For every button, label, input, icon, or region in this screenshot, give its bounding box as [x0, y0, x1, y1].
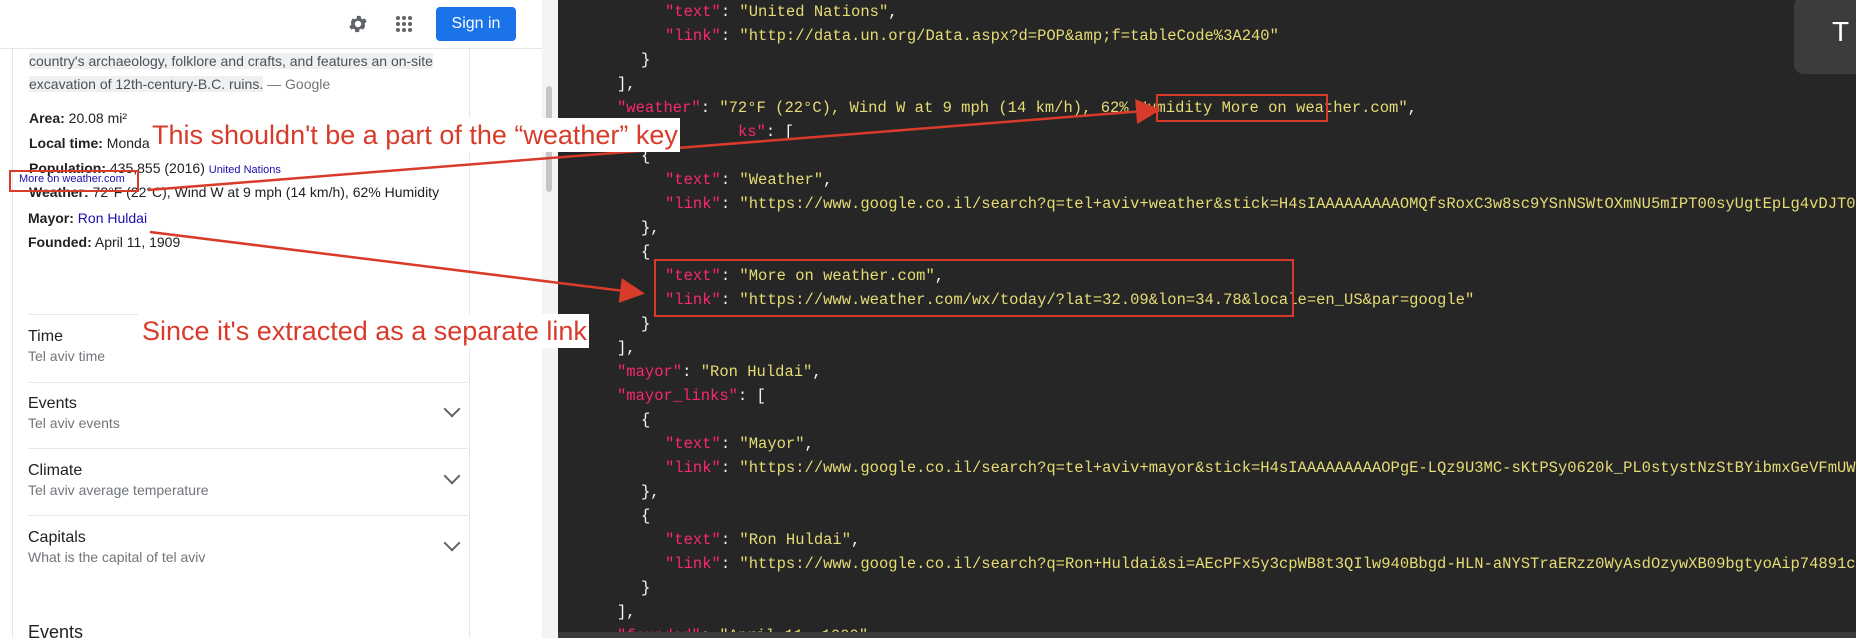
section-capitals[interactable]: Capitals What is the capital of tel aviv [28, 529, 468, 565]
code-line: } [641, 51, 651, 69]
horizontal-scrollbar[interactable] [558, 632, 1856, 638]
section-subtitle: Tel aviv time [28, 348, 106, 364]
population-source-link[interactable]: United Nations [209, 164, 281, 176]
section-climate[interactable]: Climate Tel aviv average temperature [28, 462, 468, 498]
code-line: { [641, 411, 651, 429]
section-title: Capitals [28, 529, 86, 546]
code-line: { [641, 507, 651, 525]
fact-label: Area: [29, 110, 65, 126]
sign-in-button[interactable]: Sign in [436, 7, 516, 41]
code-line: { [641, 243, 651, 261]
code-line: "mayor": "Ron Huldai", [617, 363, 822, 381]
fact-value: 20.08 mi² [64, 110, 128, 126]
weather-com-link[interactable]: More on weather.com [19, 173, 125, 185]
section-subtitle: What is the capital of tel aviv [28, 549, 206, 565]
description: country's archaeology, folklore and craf… [29, 50, 449, 96]
highlight-box-weather-link-json [654, 259, 1294, 317]
gear-icon[interactable] [344, 10, 372, 38]
section-title: Events [28, 622, 84, 638]
divider [28, 515, 468, 516]
code-line: "link": "https://www.google.co.il/search… [665, 555, 1856, 573]
fact-value: 72°F (22°C), Wind W at 9 mph (14 km/h), … [88, 184, 440, 200]
section-events-heading: Events [28, 622, 468, 638]
desc-line-1: country's archaeology, folklore and craf… [29, 53, 433, 69]
fact-label: Mayor: [28, 210, 74, 226]
annotation-top: This shouldn't be a part of the “weather… [150, 118, 680, 152]
code-line: ], [617, 603, 636, 621]
code-line: "link": "https://www.google.co.il/search… [665, 459, 1856, 477]
code-line: "text": "Weather", [665, 171, 833, 189]
code-line: }, [641, 483, 660, 501]
code-line: "mayor_links": [ [617, 387, 766, 405]
divider [28, 448, 468, 449]
desc-line-2: excavation of 12th-century-B.C. ruins. [29, 76, 264, 92]
fact-local-time: Local time: Monday [29, 135, 157, 151]
fact-value: April 11, 1909 [91, 234, 181, 250]
code-line: ], [617, 339, 636, 357]
code-line: ks": [ [738, 123, 794, 141]
code-line: }, [641, 219, 660, 237]
fact-mayor: Mayor: Ron Huldai [28, 210, 147, 226]
code-line: ], [617, 75, 636, 93]
fact-value: Monday [102, 135, 157, 151]
code-line: "link": "http://data.un.org/Data.aspx?d=… [665, 27, 1279, 45]
annotation-bottom: Since it's extracted as a separate link [140, 314, 589, 348]
code-line: "text": "United Nations", [665, 3, 898, 21]
json-code-panel: "text": "United Nations", "link": "http:… [558, 0, 1856, 638]
mayor-link[interactable]: Ron Huldai [78, 210, 147, 226]
corner-tab-label: T [1832, 16, 1850, 47]
desc-source: — Google [263, 76, 331, 92]
corner-tab[interactable]: T [1794, 0, 1856, 74]
fact-label: Founded: [28, 234, 92, 250]
highlight-box-weather-value [1156, 94, 1328, 122]
code-line: } [641, 579, 651, 597]
code-line: "text": "Mayor", [665, 435, 814, 453]
divider [28, 382, 468, 383]
divider [28, 314, 138, 315]
section-title: Climate [28, 462, 83, 479]
apps-grid-icon[interactable] [390, 10, 418, 38]
top-bar: Sign in [0, 0, 545, 49]
code-line: } [641, 315, 651, 333]
section-events[interactable]: Events Tel aviv events [28, 395, 468, 431]
fact-founded: Founded: April 11, 1909 [28, 234, 180, 250]
fact-label: Local time: [29, 135, 103, 151]
section-subtitle: Tel aviv events [28, 415, 120, 431]
section-subtitle: Tel aviv average temperature [28, 482, 209, 498]
fact-area: Area: 20.08 mi² [29, 110, 127, 126]
code-line: "text": "Ron Huldai", [665, 531, 861, 549]
section-title: Events [28, 395, 77, 412]
code-line: "link": "https://www.google.co.il/search… [665, 195, 1856, 213]
